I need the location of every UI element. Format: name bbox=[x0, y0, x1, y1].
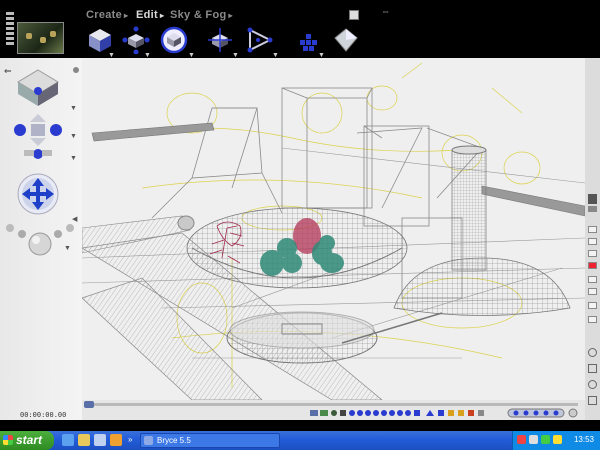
bryce-app-icon bbox=[144, 436, 153, 445]
desktop-gap bbox=[0, 420, 600, 431]
windows-logo-icon bbox=[3, 435, 13, 445]
view-mode-button[interactable] bbox=[588, 288, 597, 295]
reposition-icon[interactable] bbox=[122, 26, 150, 54]
window-toggle-icon[interactable] bbox=[349, 10, 359, 20]
taskbar-item-bryce[interactable]: Bryce 5.5 bbox=[140, 433, 280, 448]
view-mode-button[interactable] bbox=[588, 316, 597, 323]
app-quicklaunch-icon[interactable] bbox=[94, 434, 106, 446]
reset-view-icon[interactable] bbox=[588, 396, 597, 405]
taskbar-clock[interactable]: 13:53 bbox=[574, 435, 594, 444]
brush-icon[interactable] bbox=[588, 194, 597, 204]
view-mode-button[interactable] bbox=[588, 276, 597, 283]
cylinder-object[interactable] bbox=[451, 145, 487, 271]
edit-material-icon[interactable] bbox=[332, 26, 360, 54]
ellipsoid-object[interactable] bbox=[186, 207, 408, 289]
playback-controls[interactable] bbox=[507, 408, 578, 418]
cube-resize-icon[interactable] bbox=[86, 26, 114, 54]
svg-text:▼: ▼ bbox=[70, 155, 77, 162]
svg-text:▼: ▼ bbox=[70, 133, 77, 140]
svg-text:◀: ◀ bbox=[72, 216, 78, 223]
svg-text:⇐: ⇐ bbox=[4, 67, 12, 77]
3d-wireframe-viewport[interactable] bbox=[82, 58, 585, 400]
nano-preview-controls[interactable] bbox=[6, 12, 14, 52]
rotate-icon[interactable] bbox=[160, 26, 188, 54]
tray-icon[interactable] bbox=[529, 435, 538, 444]
eraser-icon[interactable] bbox=[588, 206, 597, 212]
randomize-icon[interactable] bbox=[246, 26, 274, 54]
ie-quicklaunch-icon[interactable] bbox=[62, 434, 74, 446]
camera-trackball-icon[interactable] bbox=[17, 69, 59, 106]
menu-create[interactable]: Create ▸ bbox=[86, 9, 128, 21]
nano-preview-thumbnail[interactable] bbox=[17, 22, 64, 54]
media-quicklaunch-icon[interactable] bbox=[110, 434, 122, 446]
tray-icon[interactable] bbox=[517, 435, 526, 444]
right-view-controls bbox=[585, 58, 600, 420]
zoom-icon[interactable] bbox=[588, 348, 597, 357]
animation-timeline[interactable] bbox=[82, 400, 585, 420]
collapse-icon[interactable]: ⇔ bbox=[381, 6, 390, 16]
pan-icon[interactable] bbox=[588, 364, 597, 373]
folder-quicklaunch-icon[interactable] bbox=[78, 434, 90, 446]
object-type-icon-strip[interactable] bbox=[310, 410, 484, 416]
view-mode-button[interactable] bbox=[588, 226, 597, 233]
quicklaunch-expand-icon[interactable]: » bbox=[128, 435, 132, 444]
timecode-display: 00:00:00.00 bbox=[20, 411, 67, 419]
camera-y-move-icon[interactable] bbox=[24, 149, 52, 159]
view-mode-button[interactable] bbox=[588, 262, 597, 269]
zoom-out-icon[interactable] bbox=[588, 380, 597, 389]
menu-edit[interactable]: Edit ▸ bbox=[136, 9, 164, 21]
view-mode-button[interactable] bbox=[588, 302, 597, 309]
edit-terrain-icon[interactable] bbox=[296, 26, 324, 54]
camera-cross-control-icon[interactable] bbox=[17, 173, 59, 215]
align-icon[interactable] bbox=[206, 26, 234, 54]
menu-sky-and-fog[interactable]: Sky & Fog ▸ bbox=[170, 9, 233, 21]
view-mode-button[interactable] bbox=[588, 238, 597, 245]
system-tray: 13:53 bbox=[512, 431, 600, 450]
start-button[interactable]: start bbox=[0, 431, 54, 450]
camera-control-palette: ⇐ ▼ ▼ ▼ ◀ ▼ 00:00:00.00 bbox=[0, 58, 82, 420]
svg-text:▼: ▼ bbox=[64, 245, 71, 252]
view-mode-button[interactable] bbox=[588, 250, 597, 257]
windows-taskbar: start » Bryce 5.5 EN 13:53 bbox=[0, 431, 600, 450]
top-toolbar: ⇔ Create ▸ Edit ▸ Sky & Fog ▸ ▼ ▼ ▼ ▼ ▼ ▼ bbox=[0, 0, 600, 59]
svg-text:▼: ▼ bbox=[70, 105, 77, 112]
camera-xz-move-icon[interactable] bbox=[14, 114, 62, 146]
tray-icon[interactable] bbox=[541, 435, 550, 444]
tray-icon[interactable] bbox=[553, 435, 562, 444]
